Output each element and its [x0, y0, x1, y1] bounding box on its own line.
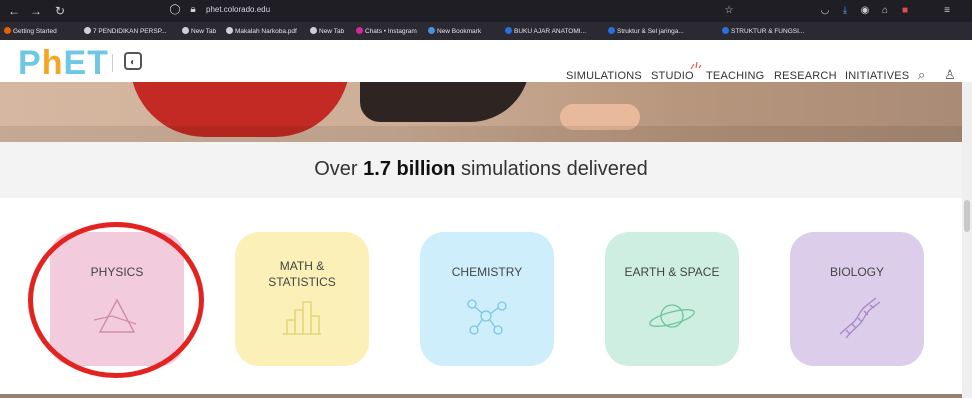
dna-icon: [839, 297, 881, 338]
bar-chart-icon: [283, 301, 321, 335]
subject-card-math-statistics[interactable]: MATH & STATISTICS: [235, 232, 369, 366]
gmail-extension-icon[interactable]: ■: [898, 4, 912, 18]
stats-banner: Over 1.7 billion simulations delivered: [0, 142, 962, 198]
nav-initiatives[interactable]: INITIATIVES: [845, 70, 909, 82]
globe-icon: [182, 27, 189, 34]
site-header: PhET ◐ SIMULATIONS STUDIO TEACHING RESEA…: [0, 40, 972, 82]
firefox-icon: [4, 27, 11, 34]
address-bar[interactable]: ◯ 🔒︎ phet.colorado.edu: [160, 3, 760, 19]
hero-photo: [0, 82, 972, 142]
file-icon: [608, 27, 615, 34]
bookmark-item[interactable]: BUKU AJAR ANATOMI...: [505, 27, 586, 35]
globe-icon: [84, 27, 91, 34]
pocket-icon[interactable]: ◡: [818, 4, 832, 18]
nav-studio[interactable]: STUDIO: [651, 70, 694, 82]
bookmark-item[interactable]: New Bookmark: [428, 27, 481, 35]
bookmark-item[interactable]: STRUKTUR & FUNGSI...: [722, 27, 804, 35]
phet-logo[interactable]: PhET: [18, 46, 109, 80]
planet-icon: [649, 304, 695, 328]
page-scrollbar[interactable]: [962, 82, 972, 398]
tracking-shield-icon[interactable]: ◯: [168, 3, 182, 17]
subject-card-earth-space[interactable]: EARTH & SPACE: [605, 232, 739, 366]
bookmarks-bar: Getting Started 7 PENDIDIKAN PERSP... Ne…: [0, 22, 972, 40]
subject-label: BIOLOGY: [829, 265, 885, 279]
forward-icon[interactable]: →: [28, 3, 44, 19]
bookmark-item[interactable]: Getting Started: [4, 27, 57, 35]
accessibility-icon[interactable]: ◐: [124, 52, 142, 70]
scrollbar-thumb[interactable]: [964, 200, 970, 232]
bookmark-globe-icon: [428, 27, 435, 34]
subject-card-chemistry[interactable]: CHEMISTRY: [420, 232, 554, 366]
page-bottom-edge: [0, 394, 962, 398]
url-text: phet.colorado.edu: [206, 5, 271, 14]
download-icon[interactable]: ⤓: [838, 4, 852, 18]
extensions-icon[interactable]: ⌂: [878, 4, 892, 18]
file-icon: [722, 27, 729, 34]
bookmark-item[interactable]: Makalah Narkoba.pdf: [226, 27, 297, 35]
nav-simulations[interactable]: SIMULATIONS: [566, 70, 642, 82]
logo-divider: [112, 54, 113, 72]
globe-icon: [310, 27, 317, 34]
menu-icon[interactable]: ≡: [940, 4, 954, 18]
subject-label: MATH & STATISTICS: [268, 259, 336, 289]
physics-highlight-circle: [28, 222, 204, 378]
nav-research[interactable]: RESEARCH: [774, 70, 837, 82]
globe-icon: [226, 27, 233, 34]
reload-icon[interactable]: ↻: [52, 3, 68, 19]
account-icon[interactable]: ◉: [858, 4, 872, 18]
bookmark-item[interactable]: New Tab: [182, 27, 216, 35]
bookmark-item[interactable]: 7 PENDIDIKAN PERSP...: [84, 27, 167, 35]
stats-headline: Over 1.7 billion simulations delivered: [314, 158, 648, 180]
search-icon[interactable]: ⌕: [918, 67, 925, 83]
subject-label: EARTH & SPACE: [624, 265, 720, 279]
subject-card-biology[interactable]: BIOLOGY: [790, 232, 924, 366]
bookmark-item[interactable]: Chats • Instagram: [356, 27, 417, 35]
back-icon[interactable]: ←: [6, 3, 22, 19]
studio-spark-icon: [690, 62, 702, 70]
nav-teaching[interactable]: TEACHING: [706, 70, 764, 82]
instagram-icon: [356, 27, 363, 34]
molecule-icon: [467, 299, 507, 335]
user-icon[interactable]: ♙: [944, 67, 956, 83]
bookmark-star-icon[interactable]: ☆: [722, 4, 736, 18]
bookmark-item[interactable]: Struktur & Sel jaringa...: [608, 27, 684, 35]
bookmark-item[interactable]: New Tab: [310, 27, 344, 35]
lock-icon[interactable]: 🔒︎: [186, 3, 200, 17]
browser-toolbar: ← → ↻ ◯ 🔒︎ phet.colorado.edu ☆ ◡ ⤓ ◉ ⌂ ■…: [0, 0, 972, 22]
subject-label: CHEMISTRY: [451, 265, 523, 279]
file-icon: [505, 27, 512, 34]
